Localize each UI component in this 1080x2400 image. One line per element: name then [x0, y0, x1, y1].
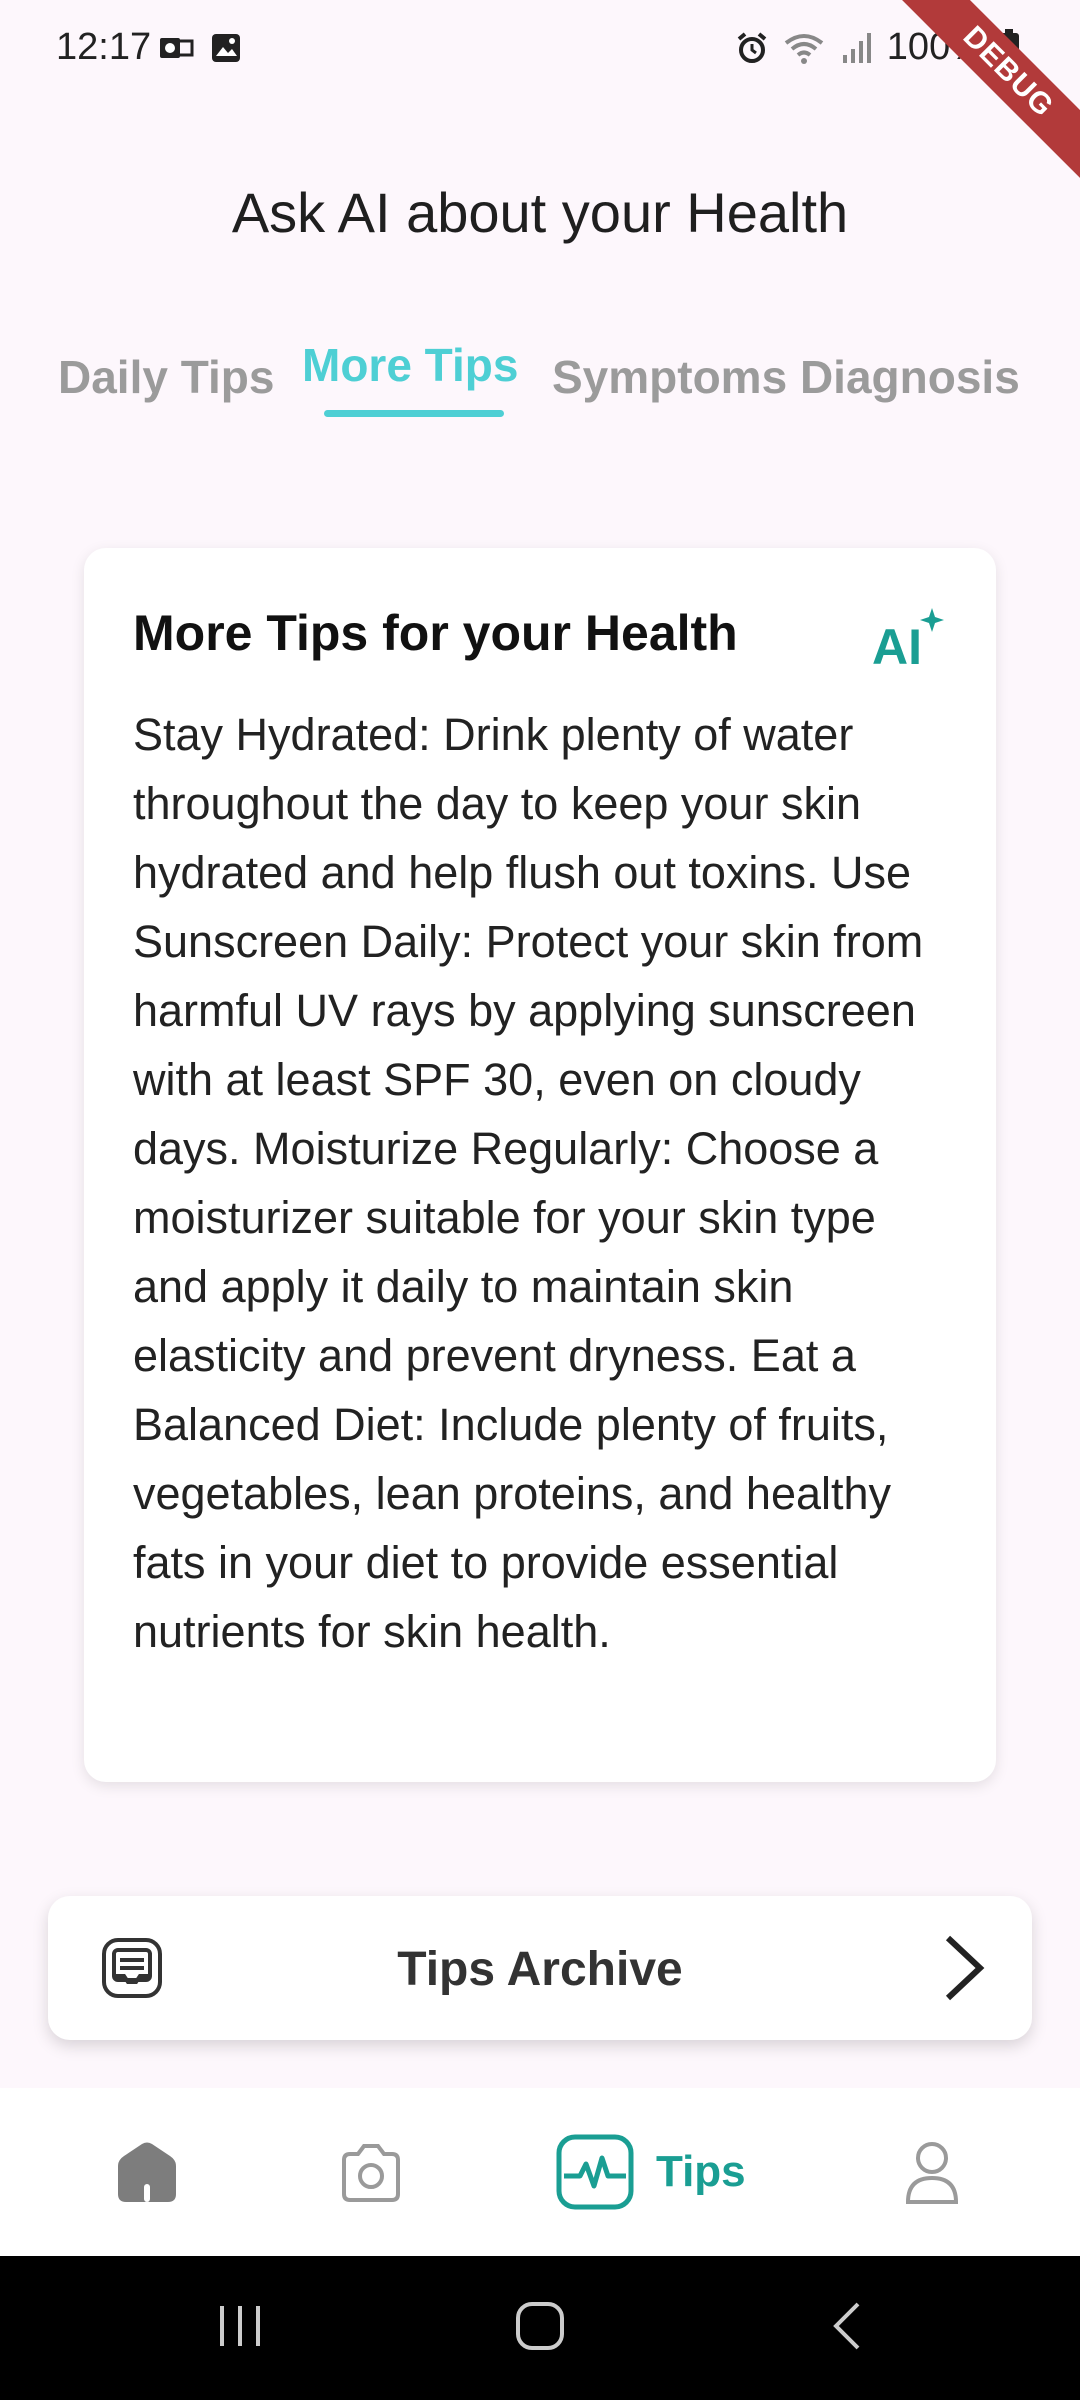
nav-tips-label: Tips — [656, 2147, 746, 2196]
home-button-icon[interactable] — [514, 2300, 566, 2352]
active-tab-indicator — [324, 410, 504, 417]
system-navigation-bar — [0, 2256, 1080, 2400]
camera-icon — [342, 2144, 400, 2202]
profile-icon — [905, 2142, 959, 2204]
tips-archive-label: Tips Archive — [397, 1943, 683, 1996]
signal-icon — [842, 32, 871, 63]
tab-daily-tips[interactable]: Daily Tips — [58, 350, 274, 404]
nav-camera[interactable] — [338, 2132, 404, 2212]
card-body-text: Stay Hydrated: Drink plenty of water thr… — [133, 709, 924, 1657]
heart-pulse-icon — [556, 2134, 634, 2210]
gallery-notification-icon — [212, 34, 240, 62]
tab-bar: Daily Tips More Tips Symptoms Diagnosis — [0, 330, 1080, 430]
wifi-icon — [784, 33, 824, 64]
outlook-notification-icon — [160, 38, 194, 58]
card-title: More Tips for your Health — [133, 605, 738, 661]
status-time: 12:17 — [56, 26, 152, 68]
bottom-navigation: Tips — [0, 2088, 1080, 2256]
svg-text:AI: AI — [872, 619, 922, 670]
nav-home[interactable] — [114, 2132, 180, 2212]
recent-apps-icon[interactable] — [214, 2300, 266, 2352]
status-bar: 12:17 100% DEBUG — [0, 0, 1080, 196]
tab-more-tips[interactable]: More Tips — [302, 338, 518, 392]
nav-tips[interactable]: Tips — [556, 2132, 746, 2212]
home-icon — [118, 2142, 176, 2202]
back-icon[interactable] — [826, 2300, 866, 2352]
nav-profile[interactable] — [904, 2132, 960, 2212]
alarm-icon — [737, 31, 767, 63]
chevron-right-icon — [945, 1935, 985, 2001]
tips-archive-button[interactable]: Tips Archive — [48, 1896, 1032, 2040]
ai-sparkle-icon: AI — [872, 608, 944, 670]
tab-symptoms-diagnosis[interactable]: Symptoms Diagnosis — [552, 350, 1020, 404]
tips-card: More Tips for your Health AI Stay Hydrat… — [84, 548, 996, 1782]
page-title: Ask AI about your Health — [231, 181, 849, 244]
